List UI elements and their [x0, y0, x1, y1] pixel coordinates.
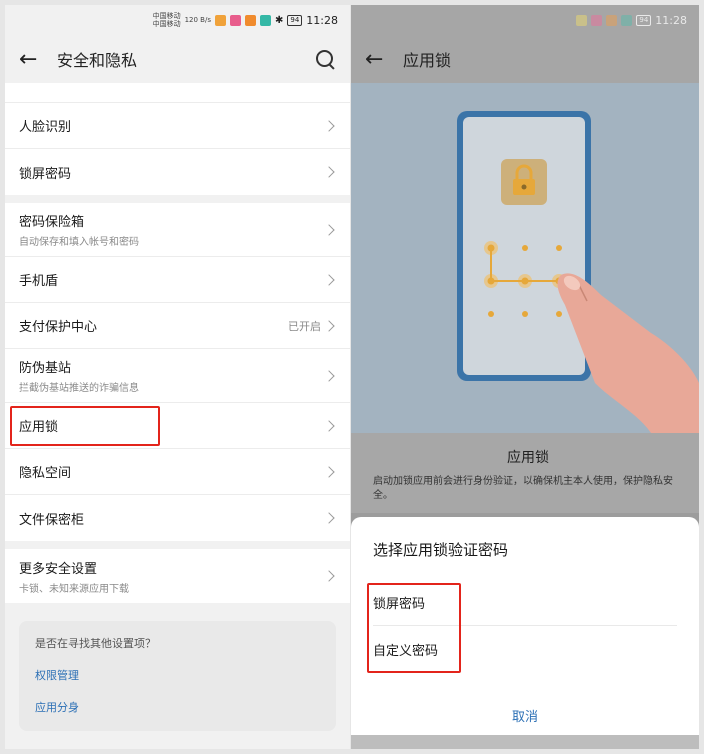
clock: 11:28 — [306, 13, 338, 27]
row-app-lock[interactable]: 应用锁 — [5, 403, 350, 449]
row-phone-shield[interactable]: 手机盾 — [5, 257, 350, 303]
chevron-right-icon — [323, 166, 335, 178]
row-private-space[interactable]: 隐私空间 — [5, 449, 350, 495]
row-label: 防伪基站 — [19, 361, 72, 376]
chevron-right-icon — [323, 319, 335, 332]
app-lock-illustration — [351, 83, 699, 433]
back-arrow-icon[interactable]: ← — [365, 47, 399, 72]
chevron-right-icon — [323, 512, 335, 524]
page-title: 应用锁 — [403, 51, 452, 70]
app-notif-icon — [259, 14, 271, 26]
row-label: 隐私空间 — [19, 466, 72, 481]
row-label: 人脸识别 — [19, 120, 72, 135]
row-more-security[interactable]: 更多安全设置卡锁、未知来源应用下载 — [5, 549, 350, 603]
chevron-right-icon — [323, 273, 335, 286]
app-lock-info: 应用锁 启动加锁应用前会进行身份验证，以确保机主本人使用，保护隐私安全。 — [351, 433, 699, 513]
row-label: 手机盾 — [19, 274, 59, 289]
clock: 11:28 — [655, 13, 687, 27]
carrier-labels: 中国移动 中国移动 — [152, 12, 181, 28]
row-lockscreen-password[interactable]: 锁屏密码 — [5, 149, 350, 195]
row-payment-protection[interactable]: 支付保护中心 已开启 — [5, 303, 350, 349]
app-notif-icon — [244, 14, 256, 26]
status-value: 已开启 — [288, 319, 321, 333]
info-title: 应用锁 — [507, 450, 549, 466]
app-notif-icon — [606, 14, 618, 26]
battery-icon: 94 — [636, 14, 652, 26]
sheet-title: 选择应用锁验证密码 — [373, 541, 509, 559]
row-label: 更多安全设置 — [19, 561, 98, 577]
info-description: 启动加锁应用前会进行身份验证，以确保机主本人使用，保护隐私安全。 — [373, 476, 673, 501]
app-notif-icon — [229, 14, 241, 26]
cancel-button[interactable]: 取消 — [351, 706, 699, 725]
row-file-safe[interactable]: 文件保密柜 — [5, 495, 350, 541]
suggestion-question: 是否在寻找其他设置项？ — [35, 637, 156, 650]
settings-group-1: 人脸识别 锁屏密码 — [5, 103, 350, 195]
nav-bar-strip — [351, 735, 699, 749]
link-app-twin[interactable]: 应用分身 — [35, 699, 320, 715]
phone-pattern-illustration — [457, 111, 699, 433]
chevron-right-icon — [323, 119, 335, 132]
security-privacy-screen: 中国移动 中国移动 120 B/s ✱ 94 11:28 ← 安全和隐私 人脸识别… — [5, 5, 350, 749]
chevron-right-icon — [323, 369, 335, 382]
settings-group-3: 更多安全设置卡锁、未知来源应用下载 — [5, 549, 350, 603]
status-bar: 中国移动 中国移动 120 B/s ✱ 94 11:28 — [5, 5, 350, 35]
settings-group-2: 密码保险箱自动保存和填入帐号和密码 手机盾 支付保护中心 已开启 防伪基站拦截伪… — [5, 203, 350, 541]
bluetooth-icon: ✱ — [274, 14, 284, 26]
back-arrow-icon[interactable]: ← — [19, 47, 53, 72]
row-password-vault[interactable]: 密码保险箱自动保存和填入帐号和密码 — [5, 203, 350, 257]
chevron-right-icon — [323, 465, 335, 478]
chevron-right-icon — [323, 570, 335, 582]
top-bar: ← 安全和隐私 — [5, 35, 350, 83]
row-label: 密码保险箱 — [19, 215, 85, 230]
app-notif-icon — [214, 14, 226, 26]
row-subtitle: 拦截伪基站推送的诈骗信息 — [19, 383, 139, 394]
row-fake-base-station[interactable]: 防伪基站拦截伪基站推送的诈骗信息 — [5, 349, 350, 403]
row-subtitle: 卡锁、未知来源应用下载 — [19, 583, 129, 595]
app-notif-icon — [576, 14, 588, 26]
row-face-recognition[interactable]: 人脸识别 — [5, 103, 350, 149]
link-permission-management[interactable]: 权限管理 — [35, 667, 320, 683]
scrolled-row-edge — [5, 83, 350, 103]
app-notif-icon — [591, 14, 603, 26]
top-bar: ← 应用锁 — [351, 35, 699, 83]
group-gap — [5, 195, 350, 203]
group-gap — [5, 541, 350, 549]
search-icon[interactable] — [314, 48, 336, 70]
row-label: 支付保护中心 — [19, 320, 98, 335]
network-speed: 120 B/s — [184, 16, 211, 24]
screenshot-frame: 中国移动 中国移动 120 B/s ✱ 94 11:28 ← 安全和隐私 人脸识别… — [0, 0, 704, 754]
highlight-box — [367, 583, 461, 673]
chevron-right-icon — [323, 419, 335, 432]
highlight-box — [10, 406, 160, 446]
app-lock-screen: 94 11:28 ← 应用锁 应用锁 启动加锁应用前会进行身份验证，以确保机主本… — [351, 5, 699, 749]
battery-icon: 94 — [287, 14, 303, 26]
page-title: 安全和隐私 — [57, 51, 138, 70]
row-label: 文件保密柜 — [19, 512, 85, 528]
app-notif-icon — [621, 14, 633, 26]
password-choice-sheet: 选择应用锁验证密码 锁屏密码 自定义密码 取消 — [351, 517, 699, 735]
status-bar: 94 11:28 — [351, 5, 699, 35]
row-label: 锁屏密码 — [19, 166, 72, 182]
row-subtitle: 自动保存和填入帐号和密码 — [19, 237, 139, 248]
chevron-right-icon — [323, 223, 335, 236]
suggestion-card: 是否在寻找其他设置项？ 权限管理 应用分身 — [19, 621, 336, 731]
